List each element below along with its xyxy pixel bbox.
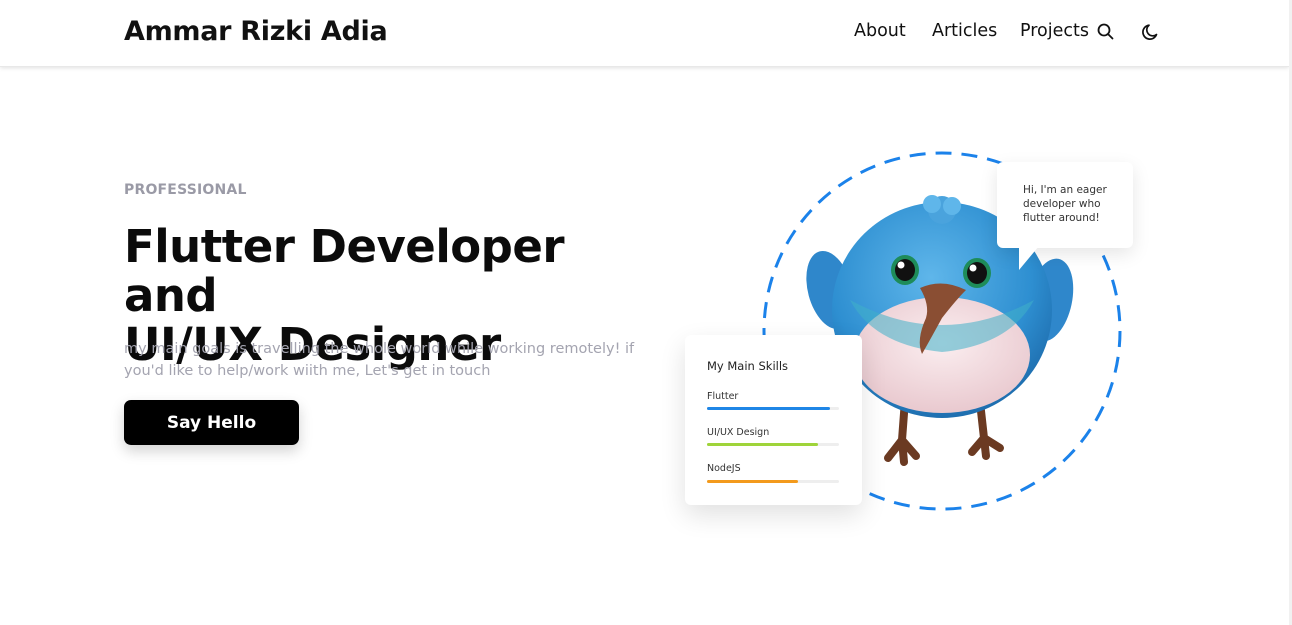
hero-subtitle: my main goals is travelling the whole wo… [124,341,635,379]
skill-bar-uiux [707,443,839,446]
nav-projects-link[interactable]: Projects [1020,21,1089,41]
skills-card-title: My Main Skills [707,359,789,373]
speech-bubble-tail [1019,246,1039,270]
top-navbar: Ammar Rizki Adia About Articles Projects [0,0,1289,67]
skill-bar-fill-uiux [707,443,818,446]
skill-bar-nodejs [707,480,839,483]
skill-label-flutter: Flutter [707,391,739,402]
skill-bar-flutter [707,407,839,410]
hero-eyebrow: PROFESSIONAL [124,182,247,198]
search-icon[interactable] [1096,22,1116,42]
speech-bubble-line1: Hi, I'm an eager [1023,184,1107,196]
skill-label-uiux: UI/UX Design [707,427,770,438]
moon-icon[interactable] [1141,22,1161,42]
say-hello-button[interactable]: Say Hello [124,400,299,445]
speech-bubble-line3: flutter around! [1023,212,1100,224]
speech-bubble: Hi, I'm an eager developer who flutter a… [997,162,1133,248]
skills-card: My Main Skills Flutter UI/UX Design Node… [685,335,862,505]
speech-bubble-line2: developer who [1023,198,1101,210]
skill-label-nodejs: NodeJS [707,463,741,474]
skill-bar-fill-flutter [707,407,830,410]
skill-bar-fill-nodejs [707,480,799,483]
brand-name[interactable]: Ammar Rizki Adia [124,16,388,47]
nav-about-link[interactable]: About [854,21,906,41]
nav-articles-link[interactable]: Articles [932,21,997,41]
hero-headline-line1: Flutter Developer and [124,220,565,322]
